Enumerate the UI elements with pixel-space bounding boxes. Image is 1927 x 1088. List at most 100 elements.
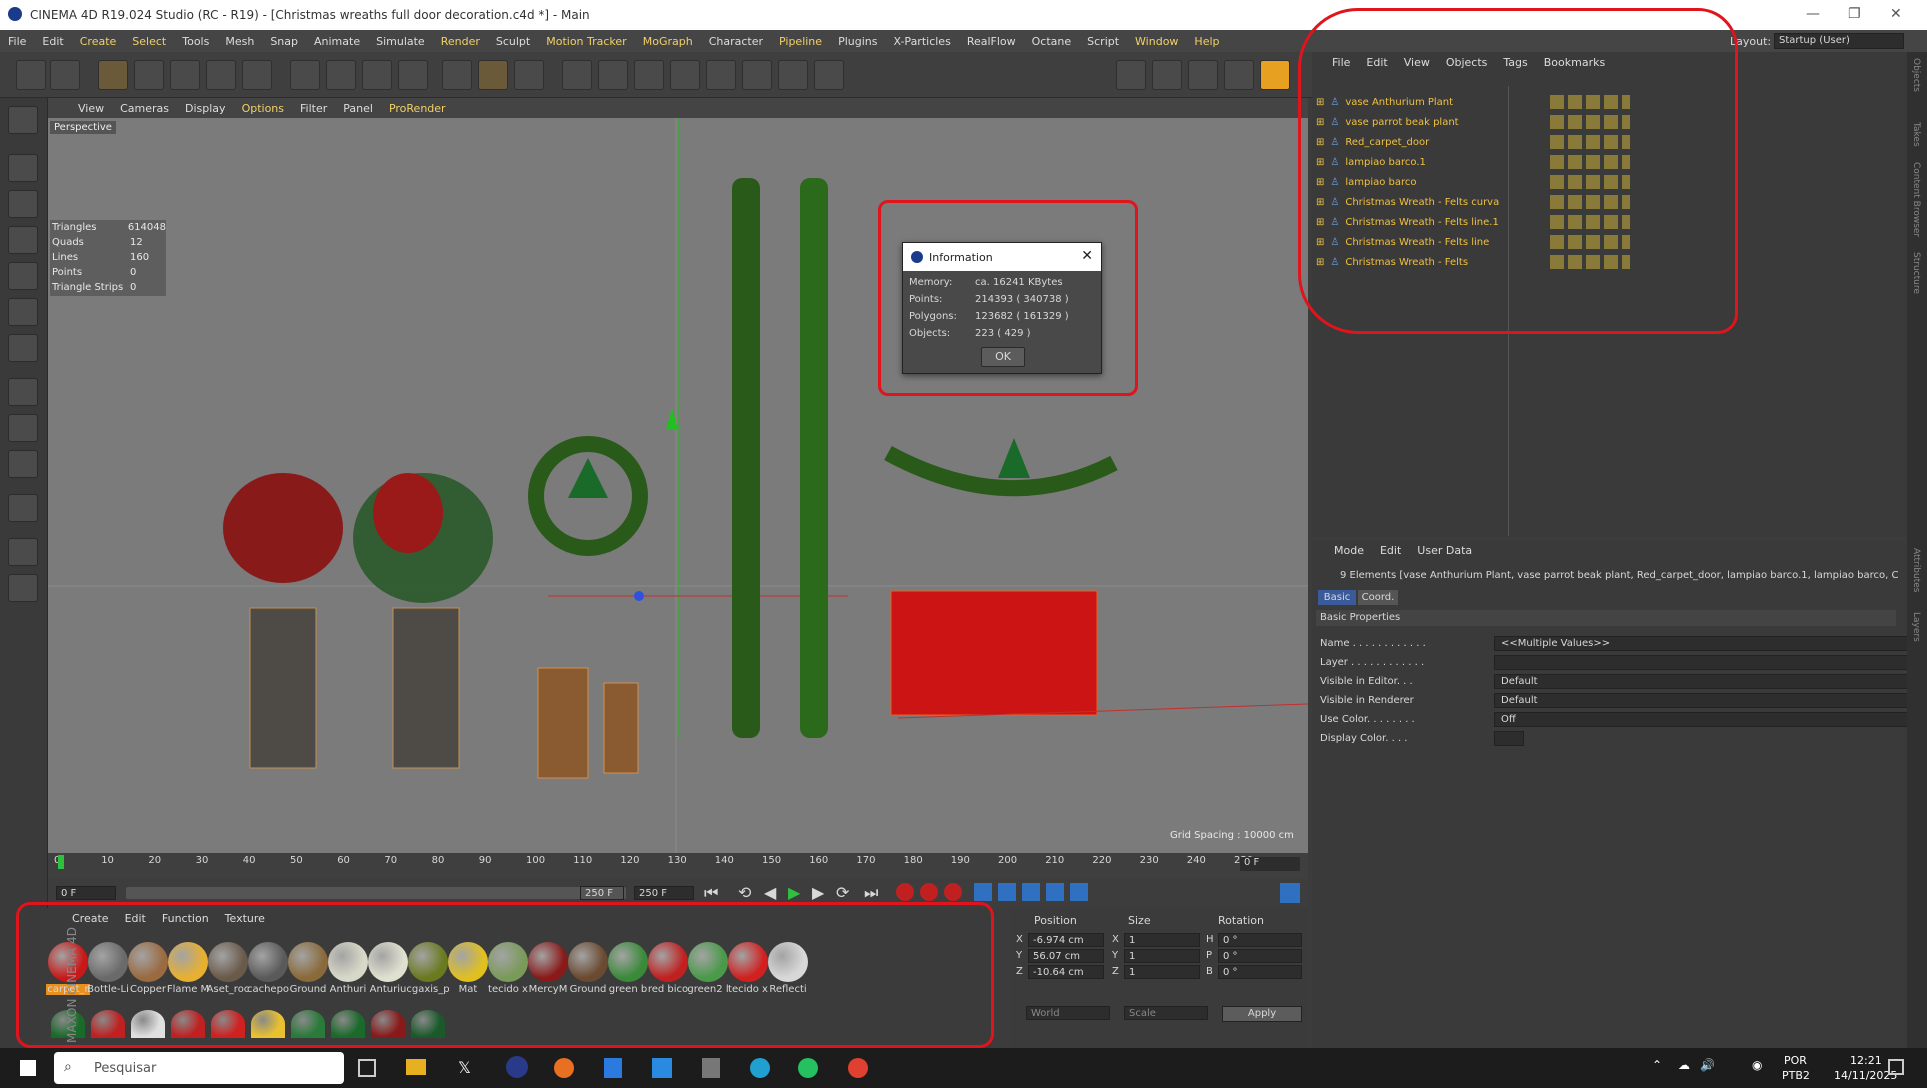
object-menu-objects[interactable]: Objects [1438, 56, 1496, 69]
material-swatch[interactable] [166, 1010, 210, 1038]
whatsapp-icon[interactable] [798, 1058, 818, 1078]
material-swatch[interactable]: red bico [646, 942, 690, 995]
minimize-icon[interactable]: — [1806, 6, 1820, 22]
menu-item-motion-tracker[interactable]: Motion Tracker [538, 35, 634, 48]
right-tab-structure[interactable]: Structure [1911, 252, 1921, 294]
expand-icon[interactable]: ⊞ [1316, 217, 1324, 228]
attribute-menu-edit[interactable]: Edit [1372, 544, 1409, 557]
menu-item-create[interactable]: Create [72, 35, 125, 48]
start-frame-field[interactable]: 0 F [56, 886, 116, 900]
material-swatch[interactable]: Flame M [166, 942, 210, 995]
restore-icon[interactable]: ❐ [1848, 6, 1861, 22]
layout-select[interactable]: Startup (User) [1774, 33, 1904, 49]
texture-mode-icon[interactable] [8, 190, 38, 218]
current-frame-field[interactable]: 0 F [1240, 857, 1300, 871]
plugin-a-icon[interactable] [1116, 60, 1146, 90]
range-slider[interactable] [126, 887, 626, 899]
right-tab-objects[interactable]: Objects [1911, 58, 1921, 92]
menu-item-pipeline[interactable]: Pipeline [771, 35, 830, 48]
material-swatch[interactable]: tecido x [486, 942, 530, 995]
position-field[interactable]: -6.974 cm [1028, 933, 1104, 947]
snap-planar-icon[interactable] [8, 574, 38, 602]
subdivision-icon[interactable] [634, 60, 664, 90]
rotation-field[interactable]: 0 ° [1218, 949, 1302, 963]
volume-icon[interactable]: 🔊 [1700, 1058, 1715, 1072]
right-tab-takes[interactable]: Takes [1911, 122, 1921, 147]
s-plugin-icon[interactable] [1260, 60, 1290, 90]
language-code[interactable]: POR [1784, 1054, 1807, 1067]
right-tab-content-browser[interactable]: Content Browser [1911, 162, 1921, 237]
object-row[interactable]: ⊞ ♙ lampiao barco.1 [1316, 152, 1426, 172]
autokey-icon[interactable] [920, 883, 938, 901]
tweak-mode-icon[interactable] [8, 414, 38, 442]
deformer-icon[interactable] [706, 60, 736, 90]
expand-icon[interactable]: ⊞ [1316, 157, 1324, 168]
recent-tool-icon[interactable] [242, 60, 272, 90]
menu-item-script[interactable]: Script [1079, 35, 1127, 48]
material-menu-edit[interactable]: Edit [117, 912, 154, 925]
material-swatch[interactable]: tecido x [726, 942, 770, 995]
workplane-icon[interactable] [8, 226, 38, 254]
rotation-field[interactable]: 0 ° [1218, 965, 1302, 979]
edge-icon[interactable] [750, 1058, 770, 1078]
menu-item-sculpt[interactable]: Sculpt [488, 35, 538, 48]
material-swatch[interactable]: green b [606, 942, 650, 995]
material-swatch[interactable]: Aset_roc [206, 942, 250, 995]
attribute-menu-mode[interactable]: Mode [1326, 544, 1372, 557]
playhead[interactable] [58, 855, 64, 869]
menu-item-window[interactable]: Window [1127, 35, 1186, 48]
material-swatch[interactable]: Ground [286, 942, 330, 995]
object-row[interactable]: ⊞ ♙ Christmas Wreath - Felts line.1 [1316, 212, 1499, 232]
object-row[interactable]: ⊞ ♙ Christmas Wreath - Felts curva [1316, 192, 1499, 212]
apply-button[interactable]: Apply [1222, 1006, 1302, 1022]
right-tab-layers[interactable]: Layers [1911, 612, 1921, 642]
taskbar-search-box[interactable]: ⌕ Pesquisar [54, 1052, 344, 1084]
expand-icon[interactable]: ⊞ [1316, 197, 1324, 208]
y-axis-icon[interactable] [326, 60, 356, 90]
expand-icon[interactable]: ⊞ [1316, 257, 1324, 268]
attribute-menu-user-data[interactable]: User Data [1409, 544, 1480, 557]
object-row[interactable]: ⊞ ♙ vase parrot beak plant [1316, 112, 1459, 132]
z-axis-icon[interactable] [362, 60, 392, 90]
menu-item-edit[interactable]: Edit [34, 35, 71, 48]
key-rotation-icon[interactable] [1022, 883, 1040, 901]
material-swatch[interactable]: Anthuri [326, 942, 370, 995]
attribute-value[interactable]: <<Multiple Values>> [1494, 635, 1927, 651]
menu-item-help[interactable]: Help [1186, 35, 1227, 48]
attribute-value[interactable]: Default [1494, 673, 1927, 689]
keyboard-layout[interactable]: PTB2 [1782, 1069, 1810, 1082]
floor-icon[interactable] [742, 60, 772, 90]
file-explorer-icon[interactable] [406, 1059, 426, 1075]
chrome-icon[interactable] [848, 1058, 868, 1078]
live-selection-icon[interactable] [98, 60, 128, 90]
size-field[interactable]: 1 [1124, 933, 1200, 947]
menu-item-file[interactable]: File [0, 35, 34, 48]
viewport-menu-filter[interactable]: Filter [292, 102, 335, 115]
material-swatch[interactable] [126, 1010, 170, 1038]
pen-spline-icon[interactable] [598, 60, 628, 90]
ok-button[interactable]: OK [981, 347, 1025, 367]
key-param-icon[interactable] [1046, 883, 1064, 901]
world-coord-icon[interactable] [398, 60, 428, 90]
material-swatch[interactable]: green2 l [686, 942, 730, 995]
material-swatch[interactable] [406, 1010, 450, 1038]
network-icon[interactable]: ◉ [1752, 1058, 1762, 1072]
vscode-icon[interactable] [652, 1058, 672, 1078]
store-icon[interactable] [604, 1058, 622, 1078]
position-field[interactable]: 56.07 cm [1028, 949, 1104, 963]
plugin-b-icon[interactable] [1152, 60, 1182, 90]
object-menu-tags[interactable]: Tags [1495, 56, 1535, 69]
attribute-value[interactable] [1494, 730, 1524, 746]
play-icon[interactable]: ▶ [788, 883, 800, 902]
blender-icon[interactable] [554, 1058, 574, 1078]
recycle-icon[interactable] [1224, 60, 1254, 90]
prev-key-icon[interactable]: ⟲ [738, 883, 751, 902]
make-editable-icon[interactable] [8, 106, 38, 134]
material-swatch[interactable]: Anturiu [366, 942, 410, 995]
key-scale-icon[interactable] [998, 883, 1016, 901]
next-key-icon[interactable]: ⟳ [836, 883, 849, 902]
object-row[interactable]: ⊞ ♙ Christmas Wreath - Felts line [1316, 232, 1489, 252]
viewport-menu-options[interactable]: Options [234, 102, 292, 115]
object-row[interactable]: ⊞ ♙ Red_carpet_door [1316, 132, 1429, 152]
material-swatch[interactable]: Reflecti [766, 942, 810, 995]
